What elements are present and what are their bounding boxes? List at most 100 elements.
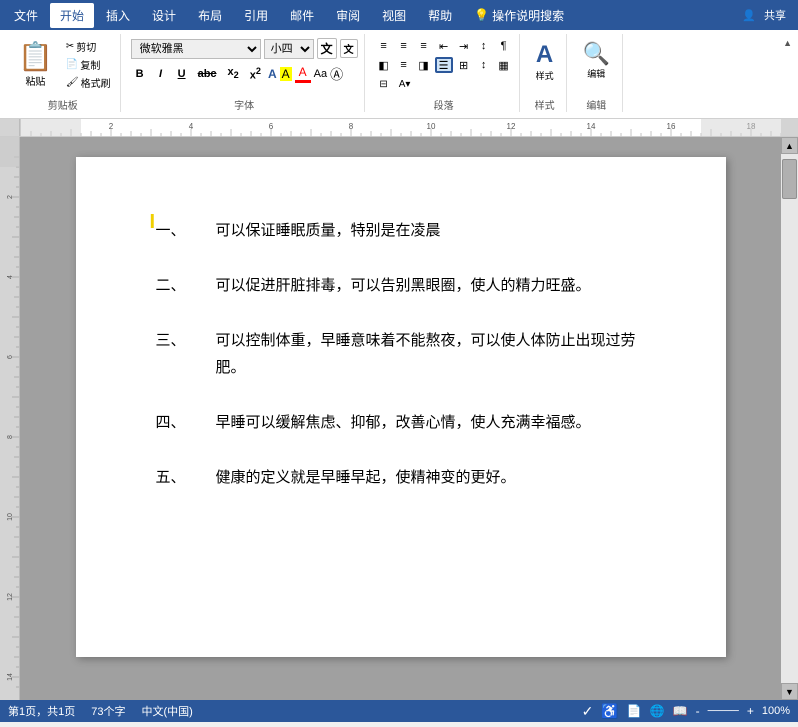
paste-icon: 📋: [18, 40, 53, 73]
item-number-4: 四、: [156, 409, 216, 436]
view-read-button[interactable]: 📖: [673, 704, 688, 718]
list-item: 三、 可以控制体重，早睡意味着不能熬夜，可以使人体防止出现过劳肥。: [156, 327, 646, 381]
text-cursor: I: [150, 211, 156, 234]
line-spacing-button[interactable]: ↕: [475, 57, 493, 73]
ribbon-collapse-button[interactable]: ▲: [783, 38, 792, 48]
ruler-area: 2 4 6 8 10 12 14 16 18: [0, 119, 798, 137]
border-button[interactable]: ⊟: [375, 76, 393, 92]
column-button[interactable]: ⊞: [455, 57, 473, 73]
menu-insert[interactable]: 插入: [96, 3, 140, 28]
scroll-thumb[interactable]: [782, 159, 797, 199]
decrease-indent-button[interactable]: ⇤: [435, 38, 453, 54]
editing-label: 编辑: [586, 97, 606, 112]
shading-button[interactable]: ▦: [495, 57, 513, 73]
ruler-corner: [0, 119, 20, 136]
item-content-5: 健康的定义就是早睡早起，使精神变的更好。: [216, 464, 646, 491]
italic-button[interactable]: I: [152, 67, 170, 81]
list-item: 五、 健康的定义就是早睡早起，使精神变的更好。: [156, 464, 646, 491]
copy-button[interactable]: 📄 复制: [63, 56, 114, 73]
cut-button[interactable]: ✂ 剪切: [63, 38, 114, 55]
bullet-list-button[interactable]: ≡: [375, 38, 393, 54]
align-left-button[interactable]: ◧: [375, 57, 393, 73]
word-count: 73个字: [91, 703, 125, 719]
menu-start[interactable]: 开始: [50, 3, 94, 28]
text-effect-button[interactable]: A: [268, 67, 277, 81]
ribbon-content: 📋 粘贴 ✂ 剪切 📄 复制 🖌: [0, 30, 798, 118]
item-number-2: 二、: [156, 272, 216, 299]
item-content-2: 可以促进肝脏排毒，可以告别黑眼圈，使人的精力旺盛。: [216, 272, 646, 299]
svg-text:10: 10: [7, 513, 14, 521]
font-name-select[interactable]: 微软雅黑: [131, 39, 261, 59]
editing-icon: 🔍: [583, 41, 610, 67]
svg-text:6: 6: [269, 122, 274, 131]
main-area: 2 4 6 8 10 12 14 I 一、 可以保证睡眠质量，特别是在凌晨: [0, 137, 798, 700]
increase-indent-button[interactable]: ⇥: [455, 38, 473, 54]
share-label: 共享: [764, 7, 786, 23]
copy-icon: 📄: [66, 59, 78, 70]
styles-label: 样式: [535, 97, 555, 112]
font-color-button[interactable]: A: [295, 65, 311, 83]
paint-icon: 🖌: [66, 77, 79, 88]
view-print-button[interactable]: 📄: [627, 704, 642, 718]
menu-reference[interactable]: 引用: [234, 3, 278, 28]
accessibility-icon[interactable]: ♿: [601, 703, 618, 720]
zoom-in-button[interactable]: +: [747, 704, 754, 718]
styles-icon: A: [536, 41, 553, 69]
font-group: 微软雅黑 小四 文 文 B I U abc x2 x2 A: [125, 34, 365, 112]
menu-design[interactable]: 设计: [142, 3, 186, 28]
decrease-font-button[interactable]: 文: [340, 39, 358, 58]
menu-review[interactable]: 审阅: [326, 3, 370, 28]
document-area[interactable]: I 一、 可以保证睡眠质量，特别是在凌晨 二、 可以促进肝脏排毒，可以告别黑眼圈…: [20, 137, 781, 700]
scroll-down-button[interactable]: ▼: [781, 683, 798, 700]
number-list-button[interactable]: ≡: [395, 38, 413, 54]
svg-text:14: 14: [587, 122, 596, 131]
superscript-button[interactable]: x2: [246, 65, 265, 83]
menu-mail[interactable]: 邮件: [280, 3, 324, 28]
vertical-scrollbar[interactable]: ▲ ▼: [781, 137, 798, 700]
svg-text:6: 6: [7, 355, 14, 359]
clear-format-button[interactable]: Ⓐ: [330, 64, 343, 83]
scroll-up-button[interactable]: ▲: [781, 137, 798, 154]
user-icon: 👤: [742, 9, 756, 22]
styles-button[interactable]: A 样式: [530, 38, 560, 85]
view-web-button[interactable]: 🌐: [650, 704, 665, 718]
subscript-button[interactable]: x2: [224, 65, 243, 81]
share-button[interactable]: 共享: [764, 7, 786, 23]
svg-text:4: 4: [189, 122, 194, 131]
font-size-up-button[interactable]: Aa: [314, 68, 327, 80]
item-content-1: 可以保证睡眠质量，特别是在凌晨: [216, 217, 646, 244]
menu-layout[interactable]: 布局: [188, 3, 232, 28]
font-size-select[interactable]: 小四: [264, 39, 314, 59]
text-highlight-button[interactable]: A▾: [396, 76, 414, 92]
styles-group: A 样式 样式: [524, 34, 567, 112]
increase-font-button[interactable]: 文: [317, 38, 337, 59]
underline-button[interactable]: U: [173, 67, 191, 81]
user-button[interactable]: 👤: [742, 9, 756, 22]
menu-search[interactable]: 💡 操作说明搜索: [464, 3, 574, 28]
menu-view[interactable]: 视图: [372, 3, 416, 28]
show-marks-button[interactable]: ¶: [495, 38, 513, 54]
sort-button[interactable]: ↕: [475, 38, 493, 54]
list-item: 一、 可以保证睡眠质量，特别是在凌晨: [156, 217, 646, 244]
font-label: 字体: [234, 97, 254, 112]
menu-help[interactable]: 帮助: [418, 3, 462, 28]
paste-button[interactable]: 📋 粘贴: [12, 38, 59, 90]
lightbulb-icon: 💡: [474, 8, 489, 22]
scroll-track[interactable]: [781, 154, 798, 683]
strikethrough-button[interactable]: abc: [194, 67, 221, 81]
bold-button[interactable]: B: [131, 67, 149, 81]
highlight-button[interactable]: A: [280, 67, 292, 81]
spellcheck-icon[interactable]: ✓: [582, 703, 594, 720]
document-page[interactable]: I 一、 可以保证睡眠质量，特别是在凌晨 二、 可以促进肝脏排毒，可以告别黑眼圈…: [76, 157, 726, 657]
align-justify-button[interactable]: ☰: [435, 57, 453, 73]
menu-file[interactable]: 文件: [4, 3, 48, 28]
align-right-button[interactable]: ◨: [415, 57, 433, 73]
ruler-scrollbar: [781, 119, 798, 136]
svg-text:14: 14: [7, 673, 14, 681]
format-paint-button[interactable]: 🖌 格式刷: [63, 74, 114, 91]
outline-list-button[interactable]: ≡: [415, 38, 433, 54]
zoom-out-button[interactable]: -: [696, 704, 700, 718]
editing-button[interactable]: 🔍 编辑: [577, 38, 616, 83]
align-center-button[interactable]: ≡: [395, 57, 413, 73]
zoom-slider[interactable]: ────: [708, 705, 739, 717]
